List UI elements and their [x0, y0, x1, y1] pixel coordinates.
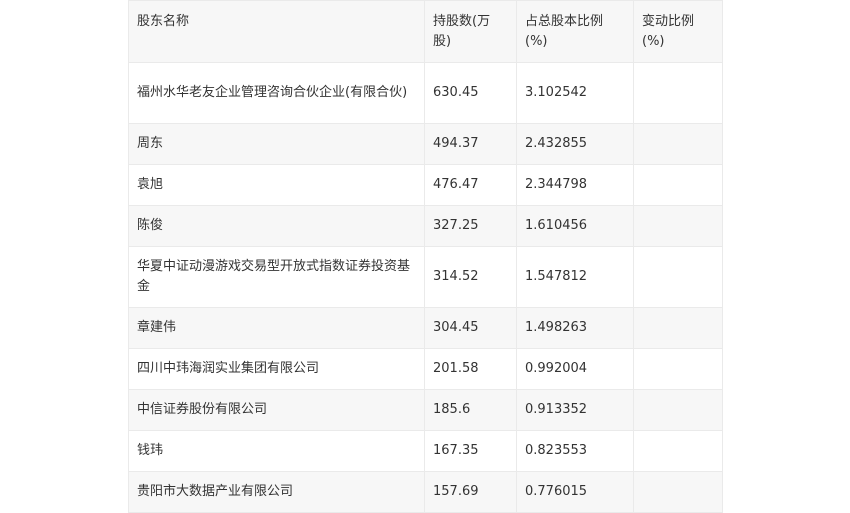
cell-ratio: 1.547812: [516, 246, 634, 308]
cell-shares: 476.47: [424, 164, 517, 206]
cell-name: 钱玮: [128, 430, 425, 472]
cell-ratio: 0.776015: [516, 471, 634, 513]
cell-change: [633, 246, 723, 308]
cell-change: [633, 348, 723, 390]
header-shares-held: 持股数(万股): [424, 0, 517, 63]
cell-name: 贵阳市大数据产业有限公司: [128, 471, 425, 513]
header-share-ratio: 占总股本比例(%): [516, 0, 634, 63]
cell-shares: 185.6: [424, 389, 517, 431]
table-header-row: 股东名称 持股数(万股) 占总股本比例(%) 变动比例(%): [128, 0, 723, 63]
table-row: 贵阳市大数据产业有限公司 157.69 0.776015: [128, 471, 723, 513]
table-row: 华夏中证动漫游戏交易型开放式指数证券投资基金 314.52 1.547812: [128, 246, 723, 308]
shareholder-table-container: 股东名称 持股数(万股) 占总股本比例(%) 变动比例(%) 福州水华老友企业管…: [128, 0, 723, 513]
cell-change: [633, 389, 723, 431]
cell-shares: 201.58: [424, 348, 517, 390]
cell-shares: 327.25: [424, 205, 517, 247]
cell-ratio: 3.102542: [516, 62, 634, 124]
cell-shares: 304.45: [424, 307, 517, 349]
cell-ratio: 0.823553: [516, 430, 634, 472]
shareholder-table: 股东名称 持股数(万股) 占总股本比例(%) 变动比例(%) 福州水华老友企业管…: [128, 0, 723, 513]
cell-shares: 167.35: [424, 430, 517, 472]
cell-change: [633, 62, 723, 124]
cell-shares: 314.52: [424, 246, 517, 308]
cell-name: 福州水华老友企业管理咨询合伙企业(有限合伙): [128, 62, 425, 124]
table-row: 钱玮 167.35 0.823553: [128, 430, 723, 472]
cell-change: [633, 164, 723, 206]
table-row: 中信证券股份有限公司 185.6 0.913352: [128, 389, 723, 431]
cell-name: 袁旭: [128, 164, 425, 206]
table-row: 四川中玮海润实业集团有限公司 201.58 0.992004: [128, 348, 723, 390]
table-row: 陈俊 327.25 1.610456: [128, 205, 723, 247]
table-row: 袁旭 476.47 2.344798: [128, 164, 723, 206]
cell-name: 中信证券股份有限公司: [128, 389, 425, 431]
table-row: 章建伟 304.45 1.498263: [128, 307, 723, 349]
header-shareholder-name: 股东名称: [128, 0, 425, 63]
cell-change: [633, 430, 723, 472]
cell-ratio: 2.432855: [516, 123, 634, 165]
cell-name: 陈俊: [128, 205, 425, 247]
cell-ratio: 1.610456: [516, 205, 634, 247]
cell-shares: 157.69: [424, 471, 517, 513]
cell-ratio: 2.344798: [516, 164, 634, 206]
cell-change: [633, 205, 723, 247]
cell-shares: 494.37: [424, 123, 517, 165]
cell-ratio: 1.498263: [516, 307, 634, 349]
table-row: 周东 494.37 2.432855: [128, 123, 723, 165]
cell-ratio: 0.992004: [516, 348, 634, 390]
cell-name: 华夏中证动漫游戏交易型开放式指数证券投资基金: [128, 246, 425, 308]
cell-change: [633, 307, 723, 349]
cell-ratio: 0.913352: [516, 389, 634, 431]
header-change-ratio: 变动比例(%): [633, 0, 723, 63]
cell-name: 四川中玮海润实业集团有限公司: [128, 348, 425, 390]
cell-change: [633, 471, 723, 513]
cell-name: 周东: [128, 123, 425, 165]
cell-shares: 630.45: [424, 62, 517, 124]
table-row: 福州水华老友企业管理咨询合伙企业(有限合伙) 630.45 3.102542: [128, 62, 723, 124]
cell-name: 章建伟: [128, 307, 425, 349]
cell-change: [633, 123, 723, 165]
